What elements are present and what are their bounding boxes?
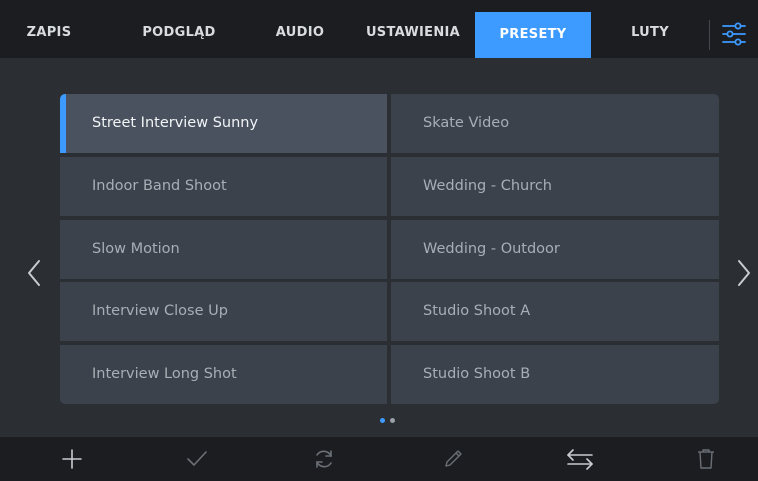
preset-label: Interview Long Shot: [92, 366, 237, 382]
page-dot[interactable]: [380, 418, 385, 423]
refresh-icon: [316, 450, 332, 468]
preset-label: Street Interview Sunny: [92, 115, 259, 131]
preset-item[interactable]: Wedding - Outdoor: [391, 220, 719, 279]
preset-item[interactable]: Interview Long Shot: [60, 345, 387, 404]
preset-label: Slow Motion: [92, 241, 180, 257]
chevron-left-icon: [28, 260, 40, 286]
chevron-right-icon: [738, 260, 750, 286]
swap-arrows-icon: [567, 449, 593, 470]
tab-ustawienia[interactable]: USTAWIENIA: [358, 0, 468, 58]
next-page-button[interactable]: [728, 251, 758, 295]
preset-label: Wedding - Outdoor: [423, 241, 560, 257]
selection-indicator: [60, 94, 66, 153]
update-preset-button[interactable]: [299, 437, 349, 481]
tab-bar: ZAPIS PODGLĄD AUDIO USTAWIENIA PRESETY LUTY: [0, 0, 758, 58]
page-dot[interactable]: [390, 418, 395, 423]
bottom-toolbar: [0, 437, 758, 481]
sliders-icon: [722, 22, 746, 46]
plus-icon: [62, 449, 82, 469]
previous-page-button[interactable]: [20, 251, 50, 295]
preset-item[interactable]: Street Interview Sunny: [60, 94, 387, 153]
tab-luty[interactable]: LUTY: [605, 0, 695, 58]
settings-button[interactable]: [720, 17, 748, 51]
rename-preset-button[interactable]: [428, 437, 478, 481]
add-preset-button[interactable]: [47, 437, 97, 481]
pencil-icon: [445, 450, 462, 467]
tab-divider: [709, 20, 710, 50]
preset-item[interactable]: Wedding - Church: [391, 157, 719, 216]
preset-label: Studio Shoot B: [423, 366, 531, 382]
preset-label: Wedding - Church: [423, 178, 552, 194]
preset-label: Indoor Band Shoot: [92, 178, 227, 194]
delete-preset-button[interactable]: [681, 437, 731, 481]
preset-item[interactable]: Interview Close Up: [60, 282, 387, 341]
tab-audio[interactable]: AUDIO: [262, 0, 338, 58]
preset-item[interactable]: Slow Motion: [60, 220, 387, 279]
checkmark-icon: [187, 451, 207, 466]
preset-label: Interview Close Up: [92, 303, 228, 319]
page-indicator: [376, 418, 400, 426]
preset-label: Studio Shoot A: [423, 303, 531, 319]
preset-label: Skate Video: [423, 115, 510, 131]
import-export-button[interactable]: [555, 437, 605, 481]
preset-item[interactable]: Studio Shoot B: [391, 345, 719, 404]
preset-item[interactable]: Studio Shoot A: [391, 282, 719, 341]
tab-zapis[interactable]: ZAPIS: [18, 0, 80, 58]
preset-grid: Street Interview Sunny Indoor Band Shoot S…: [60, 94, 719, 404]
preset-item[interactable]: Skate Video: [391, 94, 719, 153]
tab-podgląd[interactable]: PODGLĄD: [130, 0, 228, 58]
preset-item[interactable]: Indoor Band Shoot: [60, 157, 387, 216]
trash-icon: [698, 449, 714, 469]
tab-presety[interactable]: PRESETY: [475, 12, 591, 58]
load-preset-button[interactable]: [172, 437, 222, 481]
